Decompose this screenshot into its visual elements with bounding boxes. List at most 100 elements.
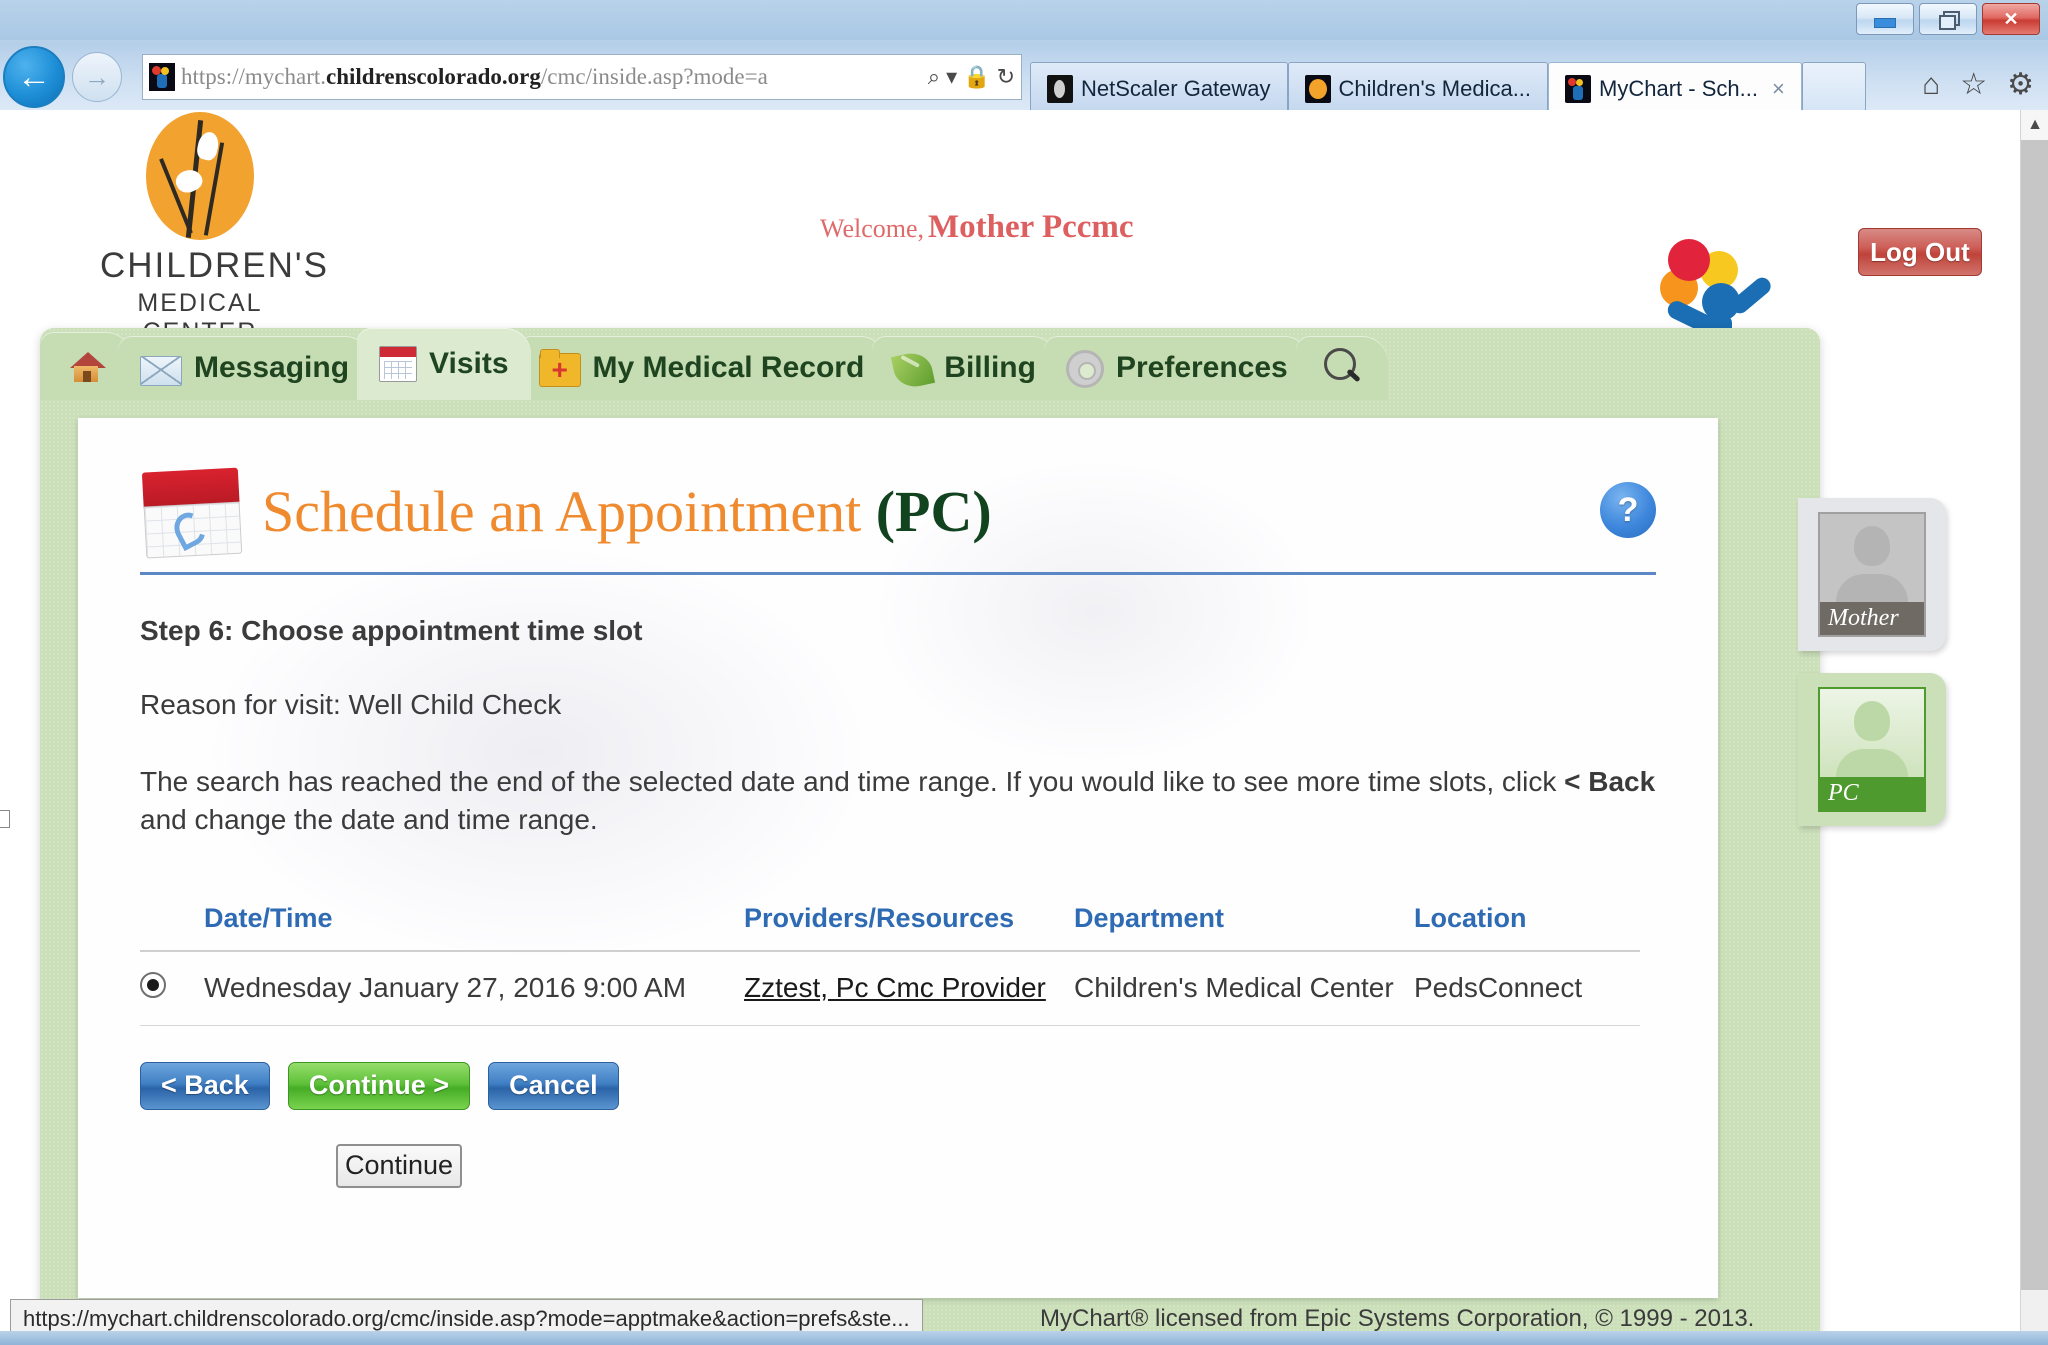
slot-radio-cell[interactable] <box>140 950 204 1026</box>
browser-nav-row: ← → https://mychart.childrenscolorado.or… <box>0 40 2048 114</box>
cancel-button[interactable]: Cancel <box>488 1061 619 1110</box>
close-icon: ✕ <box>2003 8 2019 29</box>
slot-department: Children's Medical Center <box>1074 950 1414 1026</box>
minimize-button[interactable] <box>1856 3 1914 35</box>
help-icon[interactable]: ? <box>1600 482 1656 538</box>
page-viewport: CHILDREN'S MEDICAL CENTER EST. 1948 Welc… <box>0 110 2020 1345</box>
mychart-icon <box>1565 74 1592 103</box>
nav-messaging[interactable]: Messaging <box>118 336 372 400</box>
page-title-main: Schedule an Appointment <box>262 479 862 544</box>
restore-icon <box>1939 11 1960 30</box>
notice-text-part2: and change the date and time range. <box>140 803 598 835</box>
close-tab-icon[interactable]: × <box>1772 76 1785 102</box>
netscaler-icon <box>1047 74 1073 103</box>
address-dropdown-icon[interactable]: ▾ <box>946 64 957 90</box>
nav-search[interactable] <box>1295 336 1388 400</box>
close-window-button[interactable]: ✕ <box>1982 3 2040 35</box>
welcome-user-name: Mother Pccmc <box>928 209 1134 245</box>
nav-billing[interactable]: Billing <box>872 336 1058 400</box>
reason-for-visit: Reason for visit: Well Child Check <box>140 689 562 720</box>
nav-tab-label: Preferences <box>1115 351 1288 384</box>
notice-back-emphasis: < Back <box>1564 766 1656 797</box>
app-frame: Messaging Visits My Medical Record Billi… <box>40 328 1820 1338</box>
continue-button[interactable]: Continue > <box>287 1061 471 1110</box>
column-header-select <box>140 886 204 952</box>
column-header-department: Department <box>1074 886 1414 952</box>
address-search-icon[interactable]: ⌕ <box>928 64 940 90</box>
browser-forward-button[interactable]: → <box>72 52 122 102</box>
browser-back-button[interactable]: ← <box>3 46 65 108</box>
nav-medical-record[interactable]: My Medical Record <box>516 336 887 400</box>
childrens-icon <box>1304 74 1331 103</box>
home-icon <box>66 348 106 384</box>
settings-gear-icon[interactable]: ⚙ <box>2007 70 2034 100</box>
folder-medical-icon <box>538 349 581 387</box>
browser-tab-mychart[interactable]: MyChart - Sch... × <box>1548 62 1802 114</box>
table-row[interactable]: Wednesday January 27, 2016 9:00 AM Zztes… <box>140 950 1640 1026</box>
scrollbar-thumb[interactable] <box>2021 140 2048 1290</box>
action-buttons-row: < Back Continue > Cancel <box>140 1061 1656 1110</box>
patient-card-mother[interactable]: Mother <box>1798 498 1946 651</box>
nav-tab-label: Billing <box>944 351 1036 384</box>
logout-button[interactable]: Log Out <box>1858 228 1982 276</box>
window-controls: ✕ <box>1856 3 2040 35</box>
url-text: https://mychart.childrenscolorado.org/cm… <box>181 64 768 89</box>
content-card: Schedule an Appointment (PC) ? Step 6: C… <box>78 418 1718 1298</box>
minimize-icon <box>1874 18 1896 28</box>
browser-titlebar <box>0 0 2048 40</box>
refresh-icon[interactable]: ↻ <box>997 64 1015 90</box>
nav-tab-label: My Medical Record <box>592 351 865 384</box>
footer-credit: MyChart® licensed from Epic Systems Corp… <box>1040 1305 1755 1332</box>
favorites-star-icon[interactable]: ☆ <box>1960 70 1987 100</box>
home-icon[interactable]: ⌂ <box>1922 70 1940 100</box>
browser-tab-label: Children's Medica... <box>1338 75 1532 101</box>
avatar <box>1820 514 1924 602</box>
slot-radio-button[interactable] <box>140 971 166 998</box>
table-header-row: Date/Time Providers/Resources Department… <box>140 886 1640 952</box>
avatar <box>1820 689 1924 777</box>
nav-preferences[interactable]: Preferences <box>1043 336 1310 400</box>
patient-name-label: Mother <box>1820 602 1924 635</box>
taskbar-sliver <box>0 1331 2048 1345</box>
page-title-row: Schedule an Appointment (PC) ? <box>138 463 1656 561</box>
browser-tab-label: NetScaler Gateway <box>1081 75 1271 101</box>
patient-thumbnail: PC <box>1818 687 1926 812</box>
nav-visits[interactable]: Visits <box>357 328 531 400</box>
calendar-title-icon <box>138 463 251 561</box>
site-favicon-icon <box>149 63 175 91</box>
envelope-icon <box>140 356 182 386</box>
cmc-logo-line2: MEDICAL CENTER <box>137 289 263 330</box>
childrens-hospital-colorado-logo: Children's Hospital Colorado <box>1550 235 1880 330</box>
nav-tab-label: Visits <box>429 347 509 380</box>
browser-tab-strip: NetScaler Gateway Children's Medica... M… <box>1030 58 1866 114</box>
browser-tab-netscaler[interactable]: NetScaler Gateway <box>1030 62 1288 114</box>
magnifier-icon <box>1322 348 1362 388</box>
calendar-icon <box>379 346 418 382</box>
restore-button[interactable] <box>1919 3 1977 35</box>
column-header-location: Location <box>1414 886 1640 952</box>
patient-card-pc[interactable]: PC <box>1798 673 1946 826</box>
page-edge-artifact <box>0 810 10 828</box>
welcome-prefix: Welcome, <box>820 214 925 243</box>
ssl-lock-icon: 🔒 <box>963 64 991 89</box>
nav-tab-label: Messaging <box>194 351 350 384</box>
browser-tab-label: MyChart - Sch... <box>1599 75 1758 101</box>
continue-native-button[interactable]: Continue <box>336 1143 462 1188</box>
childrens-medical-center-logo: CHILDREN'S MEDICAL CENTER EST. 1948 <box>100 112 327 330</box>
browser-toolbar-icons: ⌂ ☆ ⚙ <box>1922 70 2034 100</box>
address-bar[interactable]: https://mychart.childrenscolorado.org/cm… <box>142 54 1022 100</box>
slot-provider-link[interactable]: Zztest, Pc Cmc Provider <box>744 972 1046 1003</box>
page-title: Schedule an Appointment (PC) <box>262 483 992 541</box>
page-title-sub: (PC) <box>875 479 992 544</box>
browser-tab-childrens[interactable]: Children's Medica... <box>1287 62 1549 114</box>
back-arrow-icon: ← <box>17 58 51 96</box>
back-button[interactable]: < Back <box>140 1061 270 1110</box>
page-scrollbar[interactable]: ▲ <box>2020 110 2048 1345</box>
new-tab-button[interactable] <box>1801 62 1866 114</box>
browser-chrome: ✕ ← → https://mychart.childrenscolorado.… <box>0 0 2048 114</box>
column-header-datetime: Date/Time <box>204 886 744 952</box>
column-header-providers: Providers/Resources <box>744 886 1074 952</box>
step-heading: Step 6: Choose appointment time slot <box>140 615 643 646</box>
patient-selector-rail: Mother PC <box>1798 498 1948 826</box>
scroll-up-icon[interactable]: ▲ <box>2021 110 2048 140</box>
